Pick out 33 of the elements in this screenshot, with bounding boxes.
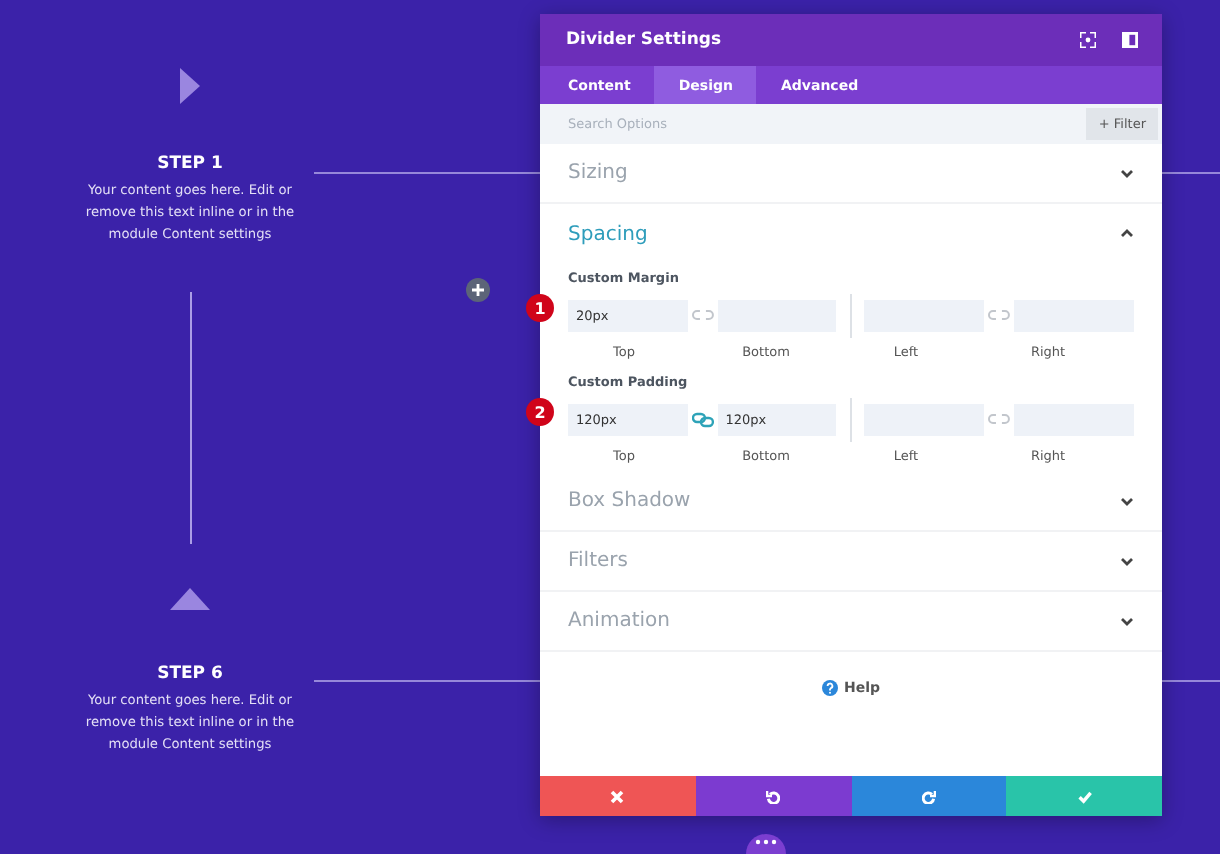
chevron-icon bbox=[1120, 555, 1134, 567]
close-icon bbox=[610, 789, 625, 803]
expand-icon[interactable] bbox=[1080, 32, 1096, 48]
save-button[interactable] bbox=[1006, 776, 1162, 816]
help-icon bbox=[821, 680, 838, 696]
step-title: STEP 1 bbox=[157, 154, 223, 174]
play-icon bbox=[178, 68, 202, 104]
panel-title: Divider Settings bbox=[566, 30, 722, 50]
step-title: STEP 6 bbox=[157, 664, 223, 684]
undo-button[interactable] bbox=[695, 776, 851, 816]
section-header[interactable]: Spacing bbox=[540, 204, 1162, 264]
redo-icon bbox=[921, 789, 936, 803]
chevron-icon bbox=[1120, 495, 1134, 507]
chevron-icon bbox=[1120, 167, 1134, 179]
link-icon[interactable] bbox=[988, 412, 1011, 428]
input-field[interactable] bbox=[864, 300, 985, 332]
add-icon[interactable] bbox=[466, 278, 490, 302]
input-field[interactable] bbox=[717, 300, 837, 332]
number-badge: 2 bbox=[526, 398, 554, 426]
redo-button[interactable] bbox=[851, 776, 1007, 816]
link-icon[interactable] bbox=[691, 412, 714, 428]
link-icon[interactable] bbox=[988, 308, 1011, 324]
link-icon[interactable] bbox=[691, 308, 714, 324]
undo-icon bbox=[766, 789, 781, 803]
chevron-icon bbox=[1120, 228, 1134, 240]
discard-button[interactable] bbox=[540, 776, 696, 816]
input-field[interactable] bbox=[864, 404, 985, 436]
chevron-icon bbox=[1120, 615, 1134, 627]
check-icon bbox=[1077, 789, 1092, 803]
triangle-icon bbox=[170, 588, 210, 610]
number-badge: 1 bbox=[526, 294, 554, 322]
sidebar-icon[interactable] bbox=[1122, 32, 1138, 48]
more-button[interactable] bbox=[746, 830, 786, 854]
